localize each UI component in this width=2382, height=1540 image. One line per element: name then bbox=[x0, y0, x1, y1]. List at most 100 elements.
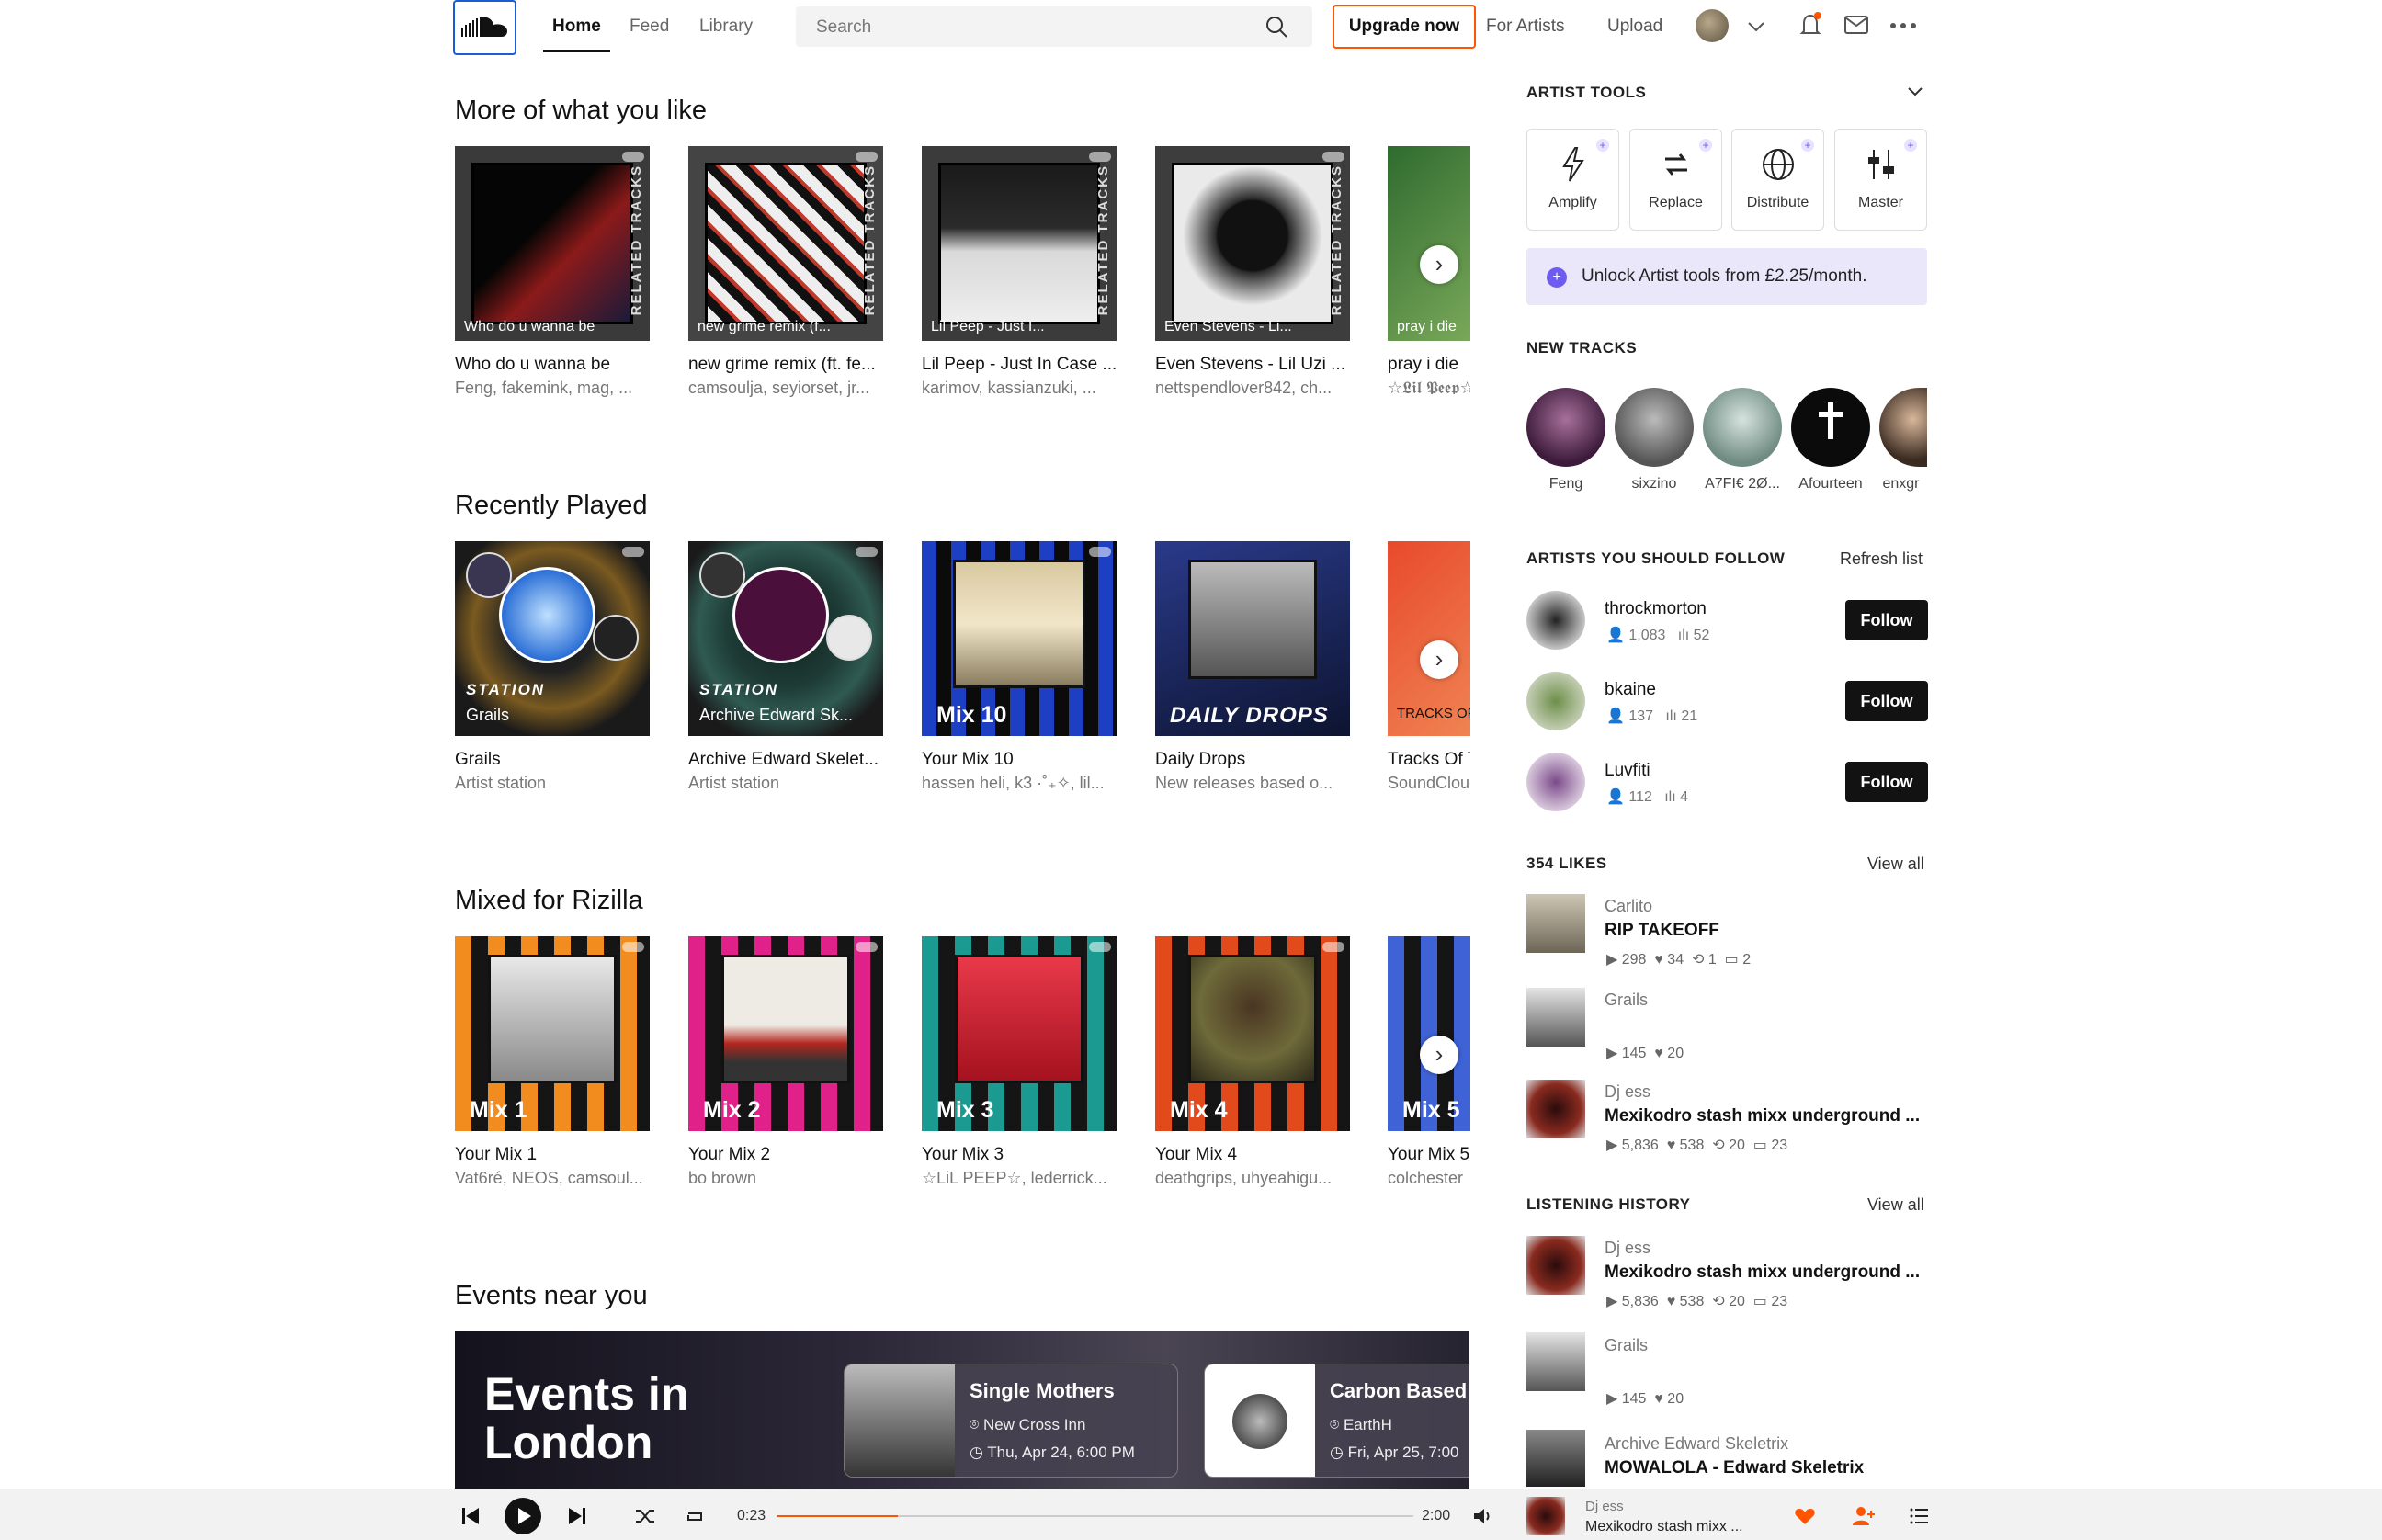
mix-card[interactable]: Mix 10 Your Mix 10 hassen heli, k3 ·˚₊✧,… bbox=[922, 541, 1117, 792]
track-thumbnail[interactable] bbox=[1526, 1236, 1585, 1295]
volume-icon[interactable] bbox=[1472, 1506, 1492, 1526]
artist-name[interactable]: bkaine bbox=[1605, 680, 1656, 700]
tab-library[interactable]: Library bbox=[699, 17, 753, 37]
master-tool-button[interactable]: + Master bbox=[1834, 129, 1927, 231]
event-card[interactable]: Single Mothers ⌾ New Cross Inn ◷ Thu, Ap… bbox=[844, 1364, 1178, 1478]
carousel-next-button[interactable]: › bbox=[1420, 1036, 1458, 1074]
carousel-next-button[interactable]: › bbox=[1420, 640, 1458, 679]
soundcloud-logo-icon[interactable] bbox=[453, 0, 516, 55]
chevron-down-icon[interactable] bbox=[1906, 85, 1924, 99]
track-title[interactable]: Your Mix 4 bbox=[1155, 1145, 1350, 1165]
mix-artwork[interactable]: Mix 4 bbox=[1155, 936, 1350, 1131]
track-thumbnail[interactable] bbox=[1526, 1080, 1585, 1138]
track-artists[interactable]: nettspendlover842, ch... bbox=[1155, 379, 1350, 398]
track-card[interactable]: RELATED TRACKS Even Stevens - Li... Even… bbox=[1155, 146, 1350, 397]
track-artist[interactable]: Archive Edward Skeletrix bbox=[1605, 1434, 1788, 1454]
track-title[interactable]: Mexikodro stash mixx underground ... bbox=[1605, 1263, 1920, 1283]
mix-artwork[interactable]: Mix 3 bbox=[922, 936, 1117, 1131]
shuffle-icon[interactable] bbox=[634, 1506, 656, 1526]
artist-avatar[interactable] bbox=[1615, 388, 1694, 467]
heart-icon[interactable] bbox=[1794, 1506, 1816, 1526]
track-title[interactable]: Grails bbox=[455, 750, 650, 770]
playlist-artwork[interactable]: DAILY DROPS bbox=[1155, 541, 1350, 736]
mix-card[interactable]: Mix 1 Your Mix 1 Vat6ré, NEOS, camsoul..… bbox=[455, 936, 650, 1187]
mix-card[interactable]: Mix 4 Your Mix 4 deathgrips, uhyeahigu..… bbox=[1155, 936, 1350, 1187]
track-artists[interactable]: hassen heli, k3 ·˚₊✧, lil... bbox=[922, 774, 1117, 793]
unlock-artist-tools-banner[interactable]: + Unlock Artist tools from £2.25/month. bbox=[1526, 248, 1927, 305]
artist-avatar[interactable] bbox=[1791, 388, 1870, 467]
artist-name[interactable]: throckmorton bbox=[1605, 599, 1707, 619]
new-track-artist-name[interactable]: A7FI€ 2Ø... bbox=[1698, 476, 1786, 493]
messages-icon[interactable] bbox=[1843, 15, 1869, 35]
previous-track-icon[interactable] bbox=[459, 1505, 482, 1527]
track-title[interactable]: Archive Edward Skelet... bbox=[688, 750, 883, 770]
notifications-bell-icon[interactable] bbox=[1799, 11, 1823, 39]
new-track-artist-name[interactable]: sixzino bbox=[1610, 476, 1698, 493]
track-artists[interactable]: karimov, kassianzuki, ... bbox=[922, 379, 1117, 398]
track-title[interactable]: new grime remix (ft. fe... bbox=[688, 355, 883, 375]
now-playing-title[interactable]: Mexikodro stash mixx ... bbox=[1585, 1519, 1743, 1535]
progress-bar[interactable] bbox=[777, 1515, 1413, 1517]
search-input[interactable]: Search bbox=[796, 6, 1312, 47]
now-playing-artist[interactable]: Dj ess bbox=[1585, 1499, 1624, 1514]
track-artwork[interactable]: RELATED TRACKS Who do u wanna be bbox=[455, 146, 650, 341]
mix-card[interactable]: Mix 3 Your Mix 3 ☆LiL PEEP☆, lederrick..… bbox=[922, 936, 1117, 1187]
track-title[interactable]: Lil Peep - Just In Case ... bbox=[922, 355, 1117, 375]
track-artwork[interactable]: RELATED TRACKS Lil Peep - Just I... bbox=[922, 146, 1117, 341]
playlist-artwork[interactable]: TRACKS OF bbox=[1388, 541, 1470, 736]
now-playing-artwork[interactable] bbox=[1526, 1497, 1565, 1535]
track-artists[interactable]: Feng, fakemink, mag, ... bbox=[455, 379, 650, 398]
track-card[interactable]: RELATED TRACKS Lil Peep - Just I... Lil … bbox=[922, 146, 1117, 397]
artist-avatar[interactable] bbox=[1526, 753, 1585, 811]
track-artists[interactable]: bo brown bbox=[688, 1169, 883, 1188]
track-artists[interactable]: deathgrips, uhyeahigu... bbox=[1155, 1169, 1350, 1188]
new-track-artist-name[interactable]: Feng bbox=[1522, 476, 1610, 493]
track-artwork[interactable]: RELATED TRACKS new grime remix (f... bbox=[688, 146, 883, 341]
view-all-history-link[interactable]: View all bbox=[1867, 1195, 1924, 1215]
track-title[interactable]: Your Mix 3 bbox=[922, 1145, 1117, 1165]
new-track-artist-name[interactable]: enxgr bbox=[1875, 476, 1927, 493]
track-artist[interactable]: Dj ess bbox=[1605, 1239, 1650, 1258]
more-options-icon[interactable] bbox=[1889, 22, 1917, 29]
mix-artwork[interactable]: Mix 2 bbox=[688, 936, 883, 1131]
artist-name[interactable]: Luvfiti bbox=[1605, 761, 1650, 781]
mix-artwork[interactable]: Mix 1 bbox=[455, 936, 650, 1131]
distribute-tool-button[interactable]: + Distribute bbox=[1731, 129, 1824, 231]
track-artist[interactable]: Grails bbox=[1605, 1336, 1648, 1355]
track-title[interactable]: Your Mix 10 bbox=[922, 750, 1117, 770]
queue-icon[interactable] bbox=[1910, 1506, 1930, 1526]
track-title[interactable]: Who do u wanna be bbox=[455, 355, 650, 375]
upload-link[interactable]: Upload bbox=[1607, 17, 1662, 37]
event-card[interactable]: Carbon Based ⌾ EarthH ◷ Fri, Apr 25, 7:0… bbox=[1204, 1364, 1469, 1478]
station-artwork[interactable]: STATION Archive Edward Sk... bbox=[688, 541, 883, 736]
upgrade-now-button[interactable]: Upgrade now bbox=[1333, 5, 1476, 49]
play-icon[interactable] bbox=[504, 1497, 542, 1535]
track-title[interactable]: Your Mix 1 bbox=[455, 1145, 650, 1165]
amplify-tool-button[interactable]: + Amplify bbox=[1526, 129, 1619, 231]
view-all-likes-link[interactable]: View all bbox=[1867, 855, 1924, 874]
track-thumbnail[interactable] bbox=[1526, 988, 1585, 1047]
track-artists[interactable]: camsoulja, seyiorset, jr... bbox=[688, 379, 883, 398]
follow-button[interactable]: Follow bbox=[1845, 600, 1928, 640]
track-artists[interactable]: Vat6ré, NEOS, camsoul... bbox=[455, 1169, 650, 1188]
track-thumbnail[interactable] bbox=[1526, 1430, 1585, 1487]
track-title[interactable]: Even Stevens - Lil Uzi ... bbox=[1155, 355, 1350, 375]
track-artist[interactable]: Grails bbox=[1605, 991, 1648, 1010]
refresh-list-link[interactable]: Refresh list bbox=[1840, 549, 1923, 569]
for-artists-link[interactable]: For Artists bbox=[1486, 17, 1565, 37]
track-title[interactable]: MOWALOLA - Edward Skeletrix bbox=[1605, 1458, 1864, 1478]
station-artwork[interactable]: STATION Grails bbox=[455, 541, 650, 736]
track-title[interactable]: Mexikodro stash mixx underground ... bbox=[1605, 1106, 1920, 1127]
track-title[interactable]: Tracks Of The Week bbox=[1388, 750, 1470, 770]
track-card[interactable]: RELATED TRACKS Who do u wanna be Who do … bbox=[455, 146, 650, 397]
track-artists[interactable]: ☆𝕷𝖎𝖑 𝕻𝖊𝖊𝖕☆ bbox=[1388, 379, 1470, 394]
follow-user-icon[interactable] bbox=[1852, 1505, 1876, 1527]
track-thumbnail[interactable] bbox=[1526, 894, 1585, 953]
search-icon[interactable] bbox=[1265, 15, 1288, 39]
station-card[interactable]: STATION Archive Edward Sk... Archive Edw… bbox=[688, 541, 883, 792]
track-artists[interactable]: colchester bbox=[1388, 1169, 1470, 1184]
artist-avatar[interactable] bbox=[1526, 672, 1585, 730]
track-artwork[interactable]: RELATED TRACKS Even Stevens - Li... bbox=[1155, 146, 1350, 341]
track-artist[interactable]: Carlito bbox=[1605, 897, 1652, 916]
mix-card[interactable]: Mix 2 Your Mix 2 bo brown bbox=[688, 936, 883, 1187]
